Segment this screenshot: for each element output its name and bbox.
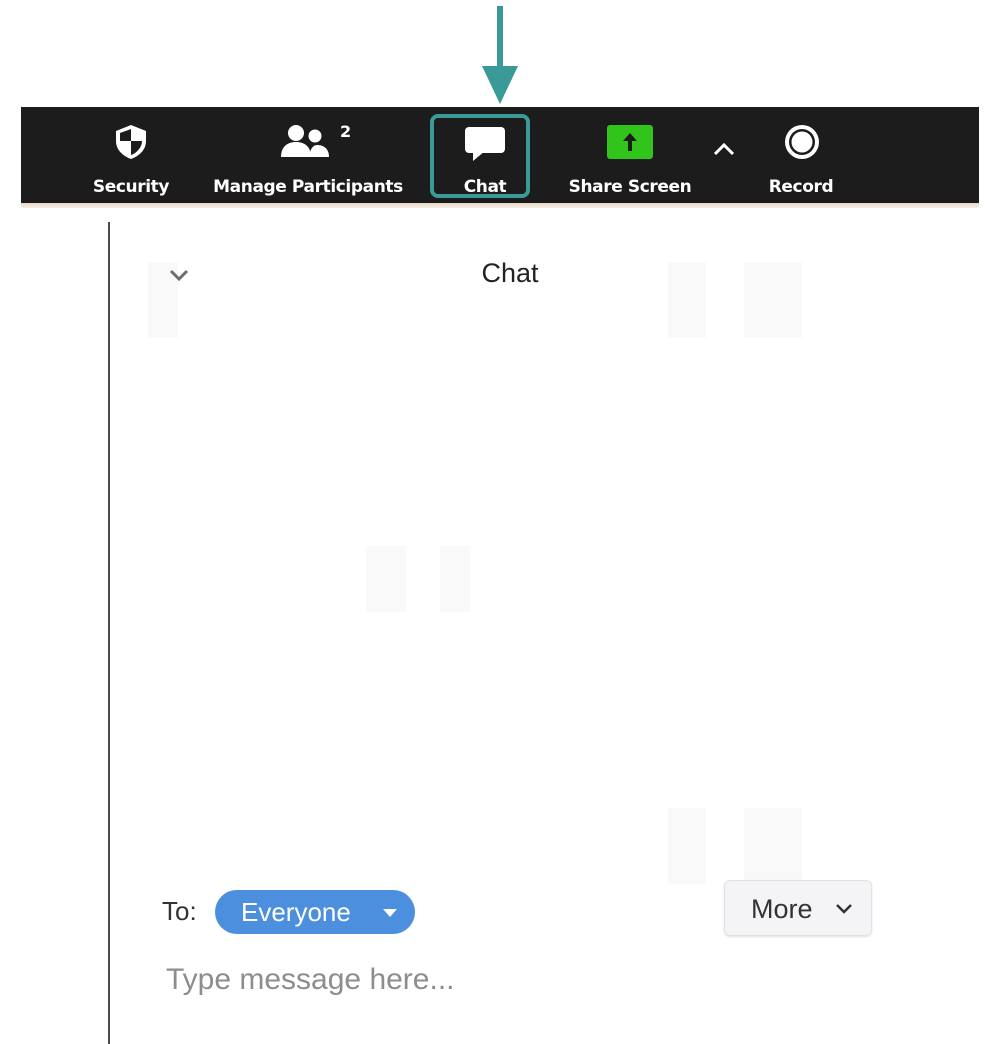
participants-icon <box>281 125 329 157</box>
collapse-chevron-icon[interactable] <box>168 268 190 282</box>
faint-artifact <box>668 808 706 884</box>
recipient-dropdown[interactable]: Everyone <box>215 890 415 934</box>
faint-artifact <box>440 546 470 612</box>
toolbar-shadow <box>21 203 979 208</box>
faint-artifact <box>366 546 406 612</box>
more-button[interactable]: More <box>724 880 872 936</box>
share-screen-label: Share Screen <box>568 177 692 197</box>
share-screen-button[interactable]: Share Screen <box>557 107 703 203</box>
record-icon <box>785 125 819 159</box>
faint-artifact <box>744 262 802 338</box>
security-label: Security <box>92 177 170 197</box>
dropdown-triangle-icon <box>383 909 397 917</box>
more-label: More <box>751 894 813 924</box>
chevron-down-icon <box>836 904 852 914</box>
to-label: To: <box>162 896 197 926</box>
chat-button-highlight <box>430 114 530 198</box>
share-screen-icon <box>607 125 653 159</box>
participants-count-badge: 2 <box>340 122 352 141</box>
security-button[interactable]: Security <box>81 107 181 203</box>
faint-artifact <box>668 262 706 338</box>
chat-panel-border <box>108 222 110 1044</box>
share-options-caret-icon[interactable] <box>712 142 736 156</box>
record-button[interactable]: Record <box>751 107 851 203</box>
manage-participants-label: Manage Participants <box>213 177 403 197</box>
recipient-label: Everyone <box>241 897 351 927</box>
manage-participants-button[interactable]: Manage Participants <box>205 107 411 203</box>
faint-artifact <box>744 808 802 884</box>
shield-icon <box>116 125 146 159</box>
record-label: Record <box>768 177 834 197</box>
chat-panel-title: Chat <box>481 258 539 288</box>
message-input[interactable] <box>166 956 846 1004</box>
annotation-arrow <box>482 6 518 104</box>
